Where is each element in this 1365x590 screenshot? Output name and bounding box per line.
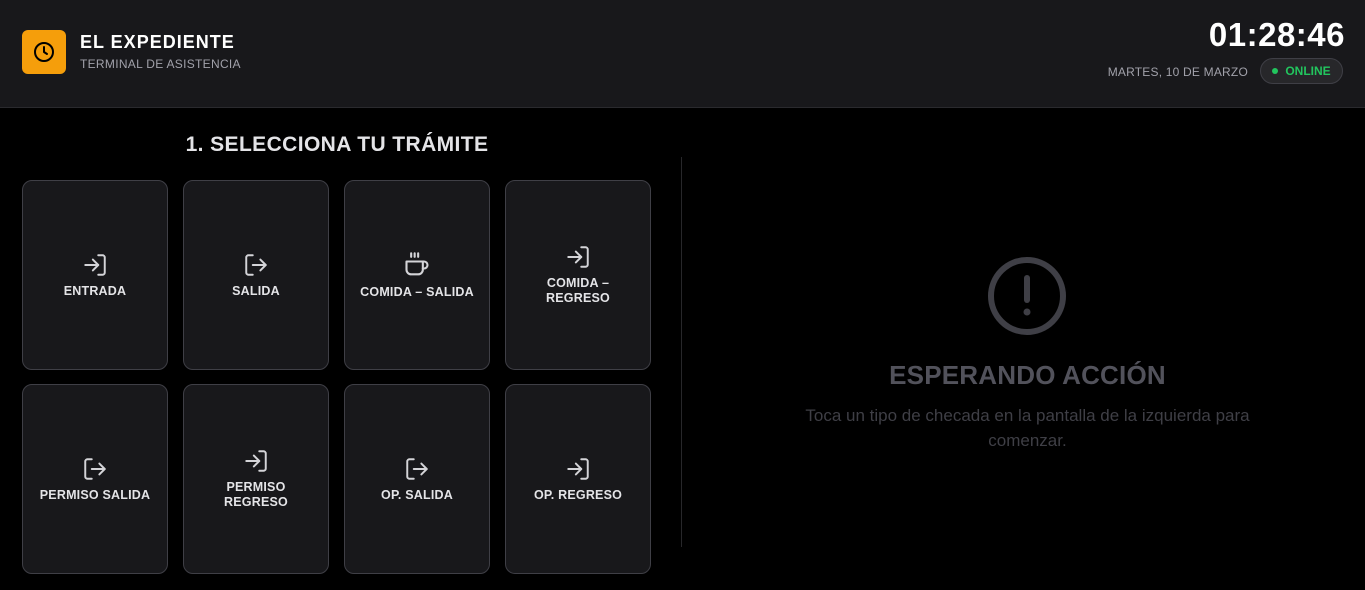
waiting-message: Toca un tipo de checada en la pantalla d… [805,406,1250,450]
coffee-icon [405,251,429,275]
tile-permiso-regreso[interactable]: PERMISO REGRESO [183,384,329,574]
section-title: 1. SELECCIONA TU TRÁMITE [185,133,489,156]
status-dot-icon [1272,68,1279,74]
sign-in-icon [567,246,589,268]
sign-in-icon [567,457,589,480]
tile-comida-salida[interactable]: COMIDA – SALIDA [344,180,490,370]
app-subtitle: TERMINAL DE ASISTENCIA [80,57,241,71]
sign-in-icon [245,450,267,472]
clock-display: 01:28:46 [1208,16,1345,53]
status-badge: ONLINE [1260,58,1343,84]
tile-label: PERMISO REGRESO [224,480,288,509]
tile-label: SALIDA [232,283,280,298]
tile-op-salida[interactable]: OP. SALIDA [344,384,490,574]
tile-label: COMIDA – SALIDA [360,284,474,299]
app-header: EL EXPEDIENTE TERMINAL DE ASISTENCIA 01:… [0,0,1365,108]
tile-label: OP. SALIDA [381,487,453,502]
date-display: MARTES, 10 DE MARZO [1107,65,1248,79]
tile-permiso-salida[interactable]: PERMISO SALIDA [22,384,168,574]
app-logo [22,30,66,74]
tile-label: OP. REGRESO [533,487,623,502]
tile-comida-regreso[interactable]: COMIDA – REGRESO [505,180,651,370]
waiting-title: ESPERANDO ACCIÓN [889,360,1166,390]
sign-out-icon [84,457,106,480]
app-title: EL EXPEDIENTE [80,32,235,52]
sign-out-icon [406,457,428,480]
panel-divider [681,157,682,547]
tile-label: PERMISO SALIDA [39,487,151,502]
action-grid: ENTRADA SALIDA COMIDA – SALIDA COMIDA – … [22,180,652,574]
tile-label: ENTRADA [63,283,127,298]
sign-in-icon [84,253,106,276]
clock-icon [34,42,54,62]
alert-circle-icon [988,257,1066,335]
sign-out-icon [245,253,267,276]
tile-label: COMIDA – REGRESO [546,276,610,305]
status-text: ONLINE [1285,64,1331,78]
tile-entrada[interactable]: ENTRADA [22,180,168,370]
tile-op-regreso[interactable]: OP. REGRESO [505,384,651,574]
tile-salida[interactable]: SALIDA [183,180,329,370]
